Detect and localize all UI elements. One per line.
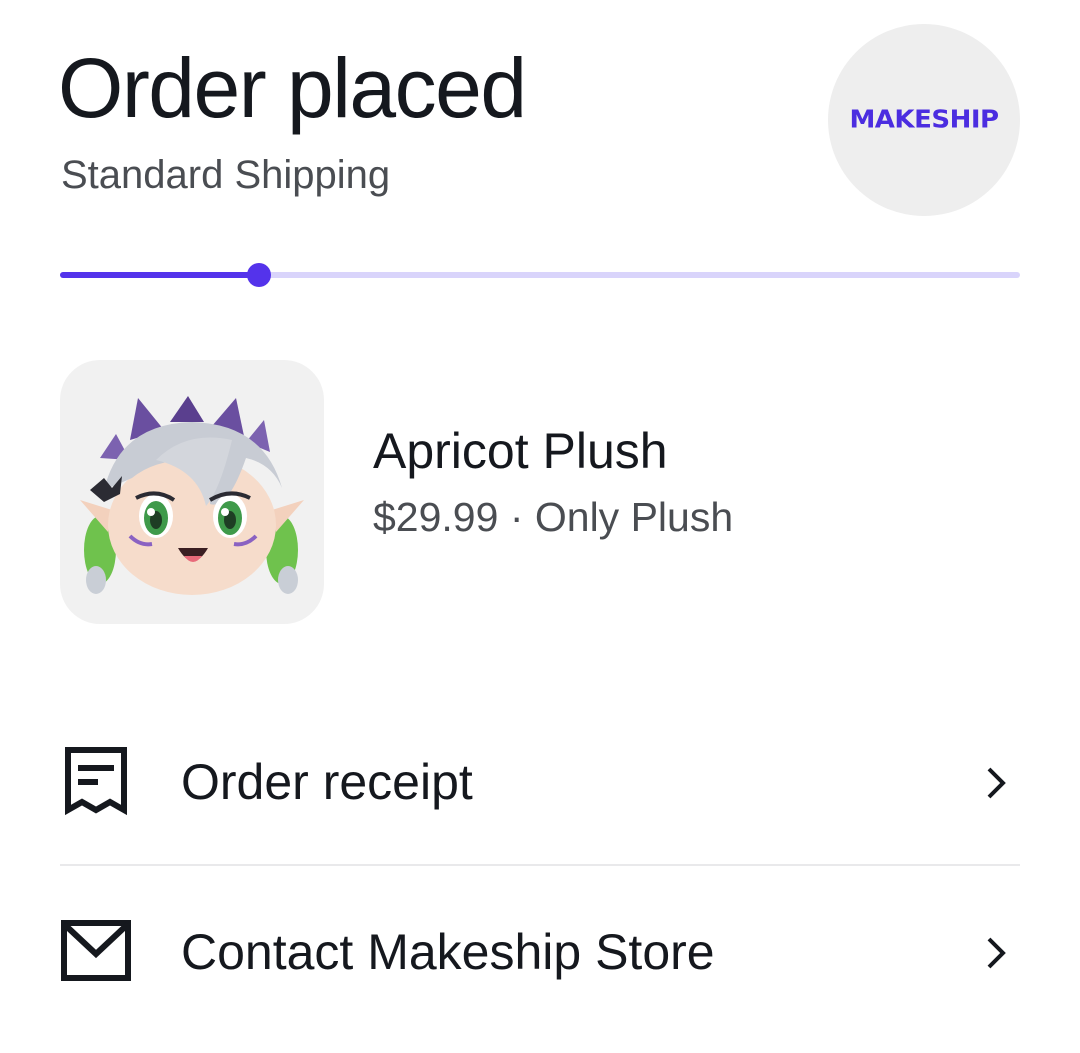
chevron-right-icon — [987, 767, 1006, 799]
chevron-right-icon — [987, 937, 1006, 969]
product-item[interactable]: Apricot Plush $29.99 · Only Plush — [60, 360, 760, 624]
receipt-icon — [65, 747, 127, 816]
product-variant: Only Plush — [534, 494, 734, 540]
product-price-variant: $29.99 · Only Plush — [373, 492, 733, 542]
shipping-progress-bar — [60, 263, 1020, 287]
product-image — [60, 360, 324, 624]
contact-store-row[interactable]: Contact Makeship Store — [60, 876, 1020, 1026]
store-logo[interactable]: MAKESHIP — [828, 24, 1020, 216]
contact-store-label: Contact Makeship Store — [181, 924, 715, 980]
product-name: Apricot Plush — [373, 423, 668, 479]
shipping-progress-marker — [246, 263, 271, 287]
meta-separator: · — [509, 494, 524, 540]
page-title: Order placed — [58, 41, 527, 135]
shipping-method: Standard Shipping — [61, 153, 391, 197]
order-receipt-row[interactable]: Order receipt — [60, 706, 1020, 856]
mail-icon — [61, 920, 131, 981]
plush-character-image — [80, 396, 304, 595]
divider — [60, 864, 1020, 866]
shipping-progress-fill — [60, 272, 259, 278]
store-logo-text: MAKESHIP — [849, 105, 999, 135]
order-status-page: Order placed Standard Shipping MAKESHIP — [0, 0, 1080, 1053]
product-price: $29.99 — [373, 494, 499, 540]
order-receipt-label: Order receipt — [181, 754, 473, 810]
